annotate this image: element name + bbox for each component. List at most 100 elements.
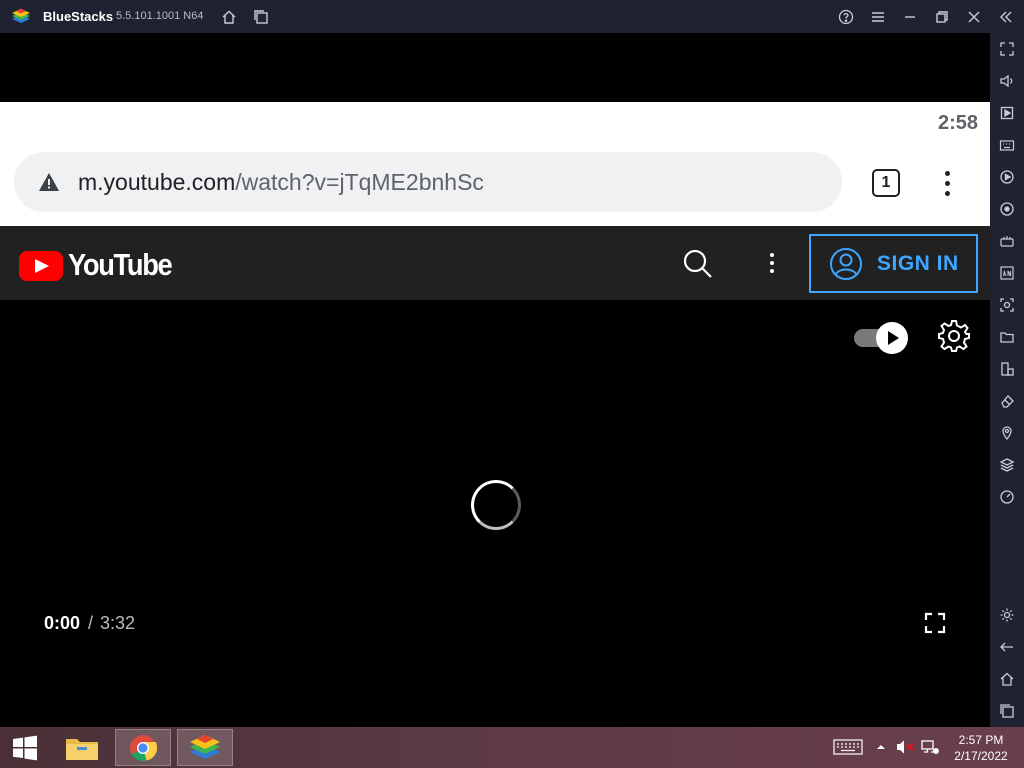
eraser-icon (1001, 395, 1014, 408)
speaker-muted-icon (897, 740, 914, 754)
macro-recorder-button[interactable] (990, 163, 1024, 191)
bluestacks-logo-icon (12, 8, 30, 23)
install-apk-button[interactable] (990, 259, 1024, 287)
keyboard-icon (999, 140, 1015, 151)
show-hidden-icons-button[interactable] (874, 737, 888, 757)
keyboard-controls-button[interactable] (990, 131, 1024, 159)
address-bar[interactable]: m.youtube.com/watch?v=jTqME2bnhSc (14, 152, 842, 212)
youtube-header: YouTube SIGN IN (0, 226, 990, 300)
media-folder-button[interactable] (990, 323, 1024, 351)
layers-icon (999, 458, 1015, 472)
collapse-sidebar-button[interactable] (990, 0, 1022, 33)
multi-instance-icon (254, 9, 268, 24)
home-icon (1000, 672, 1014, 686)
youtube-wordmark: YouTube (68, 247, 173, 282)
multi-instance-sync-button[interactable] (990, 355, 1024, 383)
fullscreen-toggle-button[interactable] (990, 35, 1024, 63)
devices-icon (1001, 362, 1014, 376)
loading-spinner (471, 480, 521, 530)
back-button[interactable] (990, 633, 1024, 661)
keyboard-icon (833, 739, 863, 755)
hamburger-menu-icon (872, 11, 884, 22)
bluestacks-taskbar-button[interactable] (177, 729, 233, 766)
bluestacks-title-bar: BlueStacks 5.5.101.1001 N64 (0, 0, 1024, 33)
time-separator: / (88, 613, 94, 633)
sync-icon (1000, 202, 1014, 216)
menu-button[interactable] (862, 0, 894, 33)
help-button[interactable] (830, 0, 862, 33)
file-explorer-taskbar-button[interactable] (54, 729, 110, 766)
video-player[interactable]: 0:00 / 3:32 (0, 300, 990, 727)
warning-icon[interactable] (38, 172, 60, 192)
close-button[interactable] (958, 0, 990, 33)
restore-button[interactable] (926, 0, 958, 33)
media-icon (1000, 106, 1014, 120)
network-icon (921, 740, 939, 754)
search-icon[interactable] (680, 246, 716, 282)
system-clock[interactable]: 2:57 PM 2/17/2022 (948, 732, 1014, 764)
clock-date: 2/17/2022 (954, 749, 1008, 763)
chrome-icon (130, 734, 157, 761)
chrome-toolbar: 2:58 m.youtube.com/watch?v=jTqME2bnhSc 1 (0, 102, 990, 226)
browser-menu-button[interactable] (932, 164, 962, 202)
chrome-taskbar-button[interactable] (115, 729, 171, 766)
eco-mode-button[interactable] (990, 387, 1024, 415)
arrow-left-icon (1000, 642, 1013, 652)
autoplay-toggle[interactable] (852, 320, 910, 354)
fullscreen-icon[interactable] (924, 612, 946, 634)
media-manager-button[interactable] (990, 99, 1024, 127)
android-screen: 2:58 m.youtube.com/watch?v=jTqME2bnhSc 1… (0, 33, 990, 727)
youtube-play-logo-icon (19, 251, 63, 281)
recent-apps-icon (1000, 704, 1014, 718)
recent-apps-button[interactable] (990, 697, 1024, 725)
screenshot-button[interactable] (990, 291, 1024, 319)
clock-time: 2:57 PM (958, 733, 1004, 747)
volume-muted-button[interactable] (896, 737, 916, 757)
bluestacks-logo-icon (190, 734, 220, 759)
play-icon (876, 322, 908, 354)
youtube-more-button[interactable] (758, 245, 786, 281)
more-vertical-icon (770, 253, 774, 257)
volume-button[interactable] (990, 67, 1024, 95)
sync-button[interactable] (990, 195, 1024, 223)
apk-icon (1000, 266, 1014, 280)
location-button[interactable] (990, 419, 1024, 447)
more-vertical-icon (944, 170, 950, 176)
multi-instance-button[interactable] (245, 0, 277, 33)
sign-in-label: SIGN IN (877, 251, 959, 275)
performance-button[interactable] (990, 483, 1024, 511)
gamepad-icon (1000, 236, 1014, 247)
url-text[interactable]: m.youtube.com/watch?v=jTqME2bnhSc (78, 169, 484, 196)
windows-taskbar: 2:57 PM 2/17/2022 (0, 727, 1024, 768)
layers-button[interactable] (990, 451, 1024, 479)
close-icon (968, 11, 980, 22)
url-path: /watch?v=jTqME2bnhSc (235, 169, 484, 195)
tab-switcher-button[interactable]: 1 (872, 169, 900, 197)
minimize-button[interactable] (894, 0, 926, 33)
android-home-button[interactable] (990, 665, 1024, 693)
double-chevron-left-icon (1000, 11, 1012, 22)
home-button[interactable] (213, 0, 245, 33)
chevron-up-icon (877, 745, 885, 749)
location-pin-icon (1002, 426, 1012, 441)
start-button[interactable] (0, 729, 50, 766)
gamepad-button[interactable] (990, 227, 1024, 255)
record-play-icon (1000, 170, 1014, 184)
bluestacks-sidebar (990, 33, 1024, 727)
home-icon (222, 10, 236, 24)
network-button[interactable] (920, 737, 940, 757)
url-host: m.youtube.com (78, 169, 236, 195)
folder-icon (1000, 332, 1014, 343)
settings-button[interactable] (990, 601, 1024, 629)
expand-icon (1000, 42, 1014, 56)
youtube-logo[interactable]: YouTube (19, 247, 173, 282)
player-settings-gear-icon[interactable] (936, 318, 972, 354)
camera-icon (1000, 298, 1014, 312)
sign-in-button[interactable]: SIGN IN (809, 234, 978, 293)
file-explorer-icon (66, 738, 98, 760)
app-version: 5.5.101.1001 N64 (116, 10, 204, 22)
restore-icon (936, 10, 948, 23)
touch-keyboard-button[interactable] (832, 737, 864, 757)
current-time: 0:00 (44, 613, 81, 633)
total-duration: 3:32 (100, 613, 136, 633)
